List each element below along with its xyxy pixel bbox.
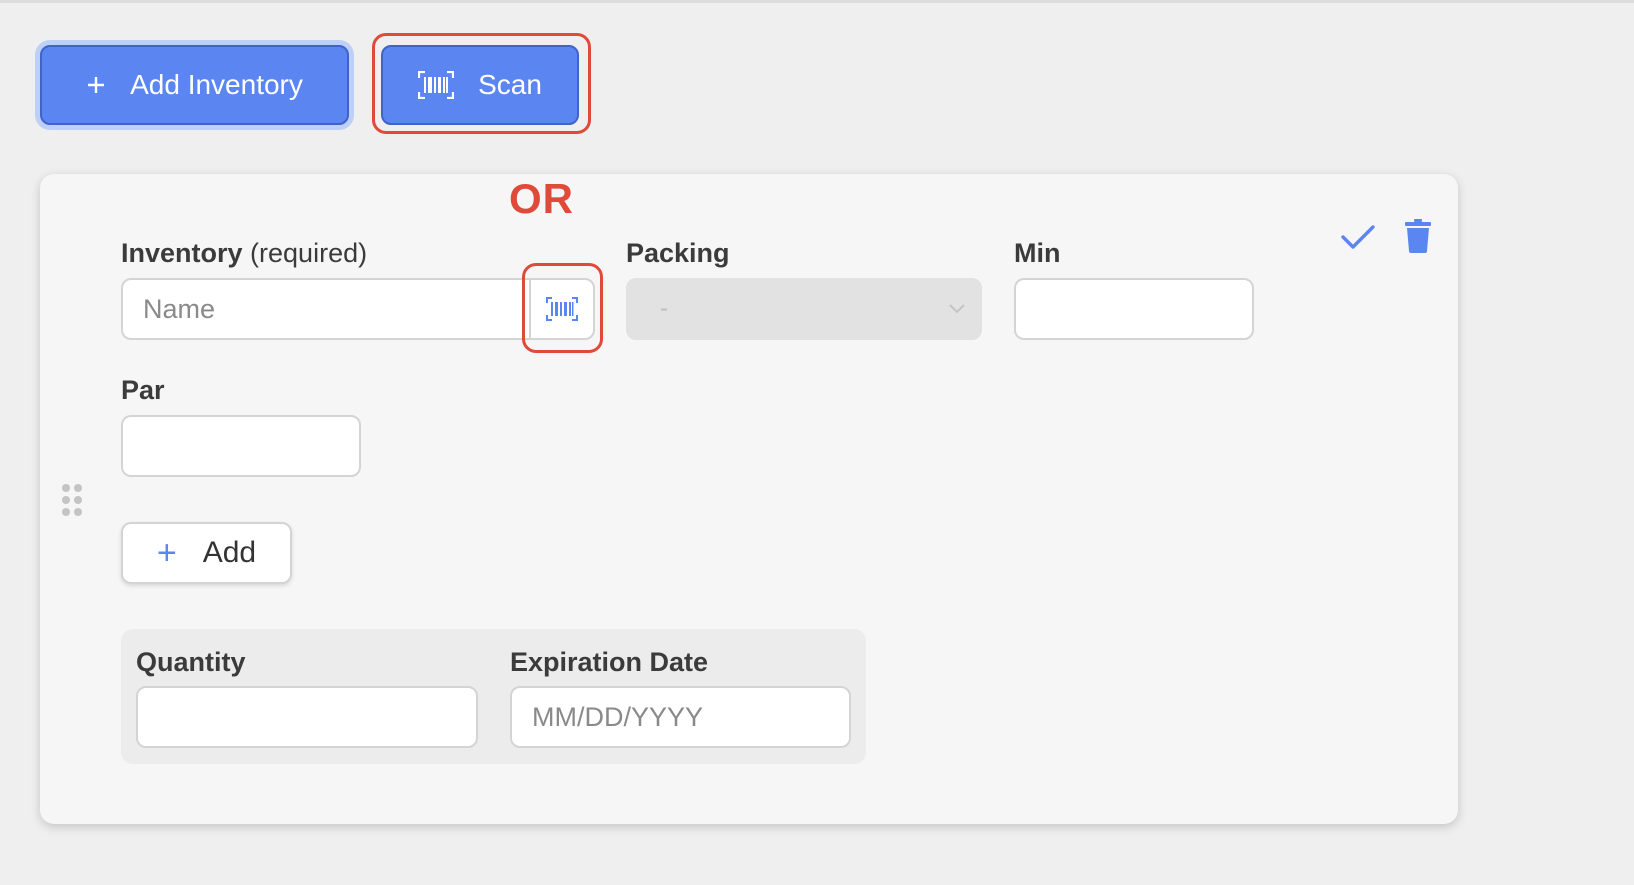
- trash-icon: [1405, 219, 1431, 253]
- quantity-input[interactable]: [138, 688, 476, 746]
- barcode-scan-icon: [418, 71, 455, 99]
- min-label: Min: [1014, 238, 1061, 268]
- quantity-field: [136, 686, 478, 748]
- scan-label: Scan: [478, 69, 542, 100]
- packing-selected-value: -: [660, 295, 668, 322]
- or-annotation: OR: [509, 175, 574, 222]
- delete-button[interactable]: [1402, 217, 1434, 255]
- plus-icon: [86, 75, 106, 95]
- inventory-name-input[interactable]: [123, 280, 593, 338]
- packing-select[interactable]: -: [626, 278, 982, 340]
- plus-icon: +: [156, 533, 177, 572]
- inventory-label: Inventory (required): [121, 238, 368, 268]
- par-field: [121, 415, 361, 477]
- add-inventory-button[interactable]: Add Inventory: [40, 45, 349, 125]
- inline-scan-button[interactable]: [529, 280, 593, 338]
- min-field: [1014, 278, 1254, 340]
- add-lot-label: Add: [202, 536, 257, 569]
- top-divider: [0, 0, 1634, 3]
- drag-handle-icon[interactable]: [62, 484, 82, 516]
- expiration-date-label: Expiration Date: [510, 647, 709, 677]
- par-input[interactable]: [123, 417, 359, 475]
- chevron-down-icon: [948, 303, 966, 315]
- add-lot-button[interactable]: + Add: [121, 522, 292, 584]
- min-input[interactable]: [1016, 280, 1252, 338]
- expiration-date-input[interactable]: [512, 688, 849, 746]
- par-label: Par: [121, 375, 165, 405]
- expiration-date-field: [510, 686, 851, 748]
- quantity-label: Quantity: [136, 647, 246, 677]
- lot-entry-panel: Quantity Expiration Date: [121, 629, 866, 764]
- inventory-name-field: [121, 278, 595, 340]
- confirm-button[interactable]: [1340, 219, 1376, 255]
- inventory-item-card: Inventory (required) Packing - Mi: [40, 174, 1458, 824]
- packing-label: Packing: [626, 238, 730, 268]
- check-icon: [1341, 224, 1375, 250]
- barcode-scan-icon: [546, 297, 578, 321]
- add-inventory-label: Add Inventory: [130, 69, 303, 100]
- scan-button[interactable]: Scan: [381, 45, 579, 125]
